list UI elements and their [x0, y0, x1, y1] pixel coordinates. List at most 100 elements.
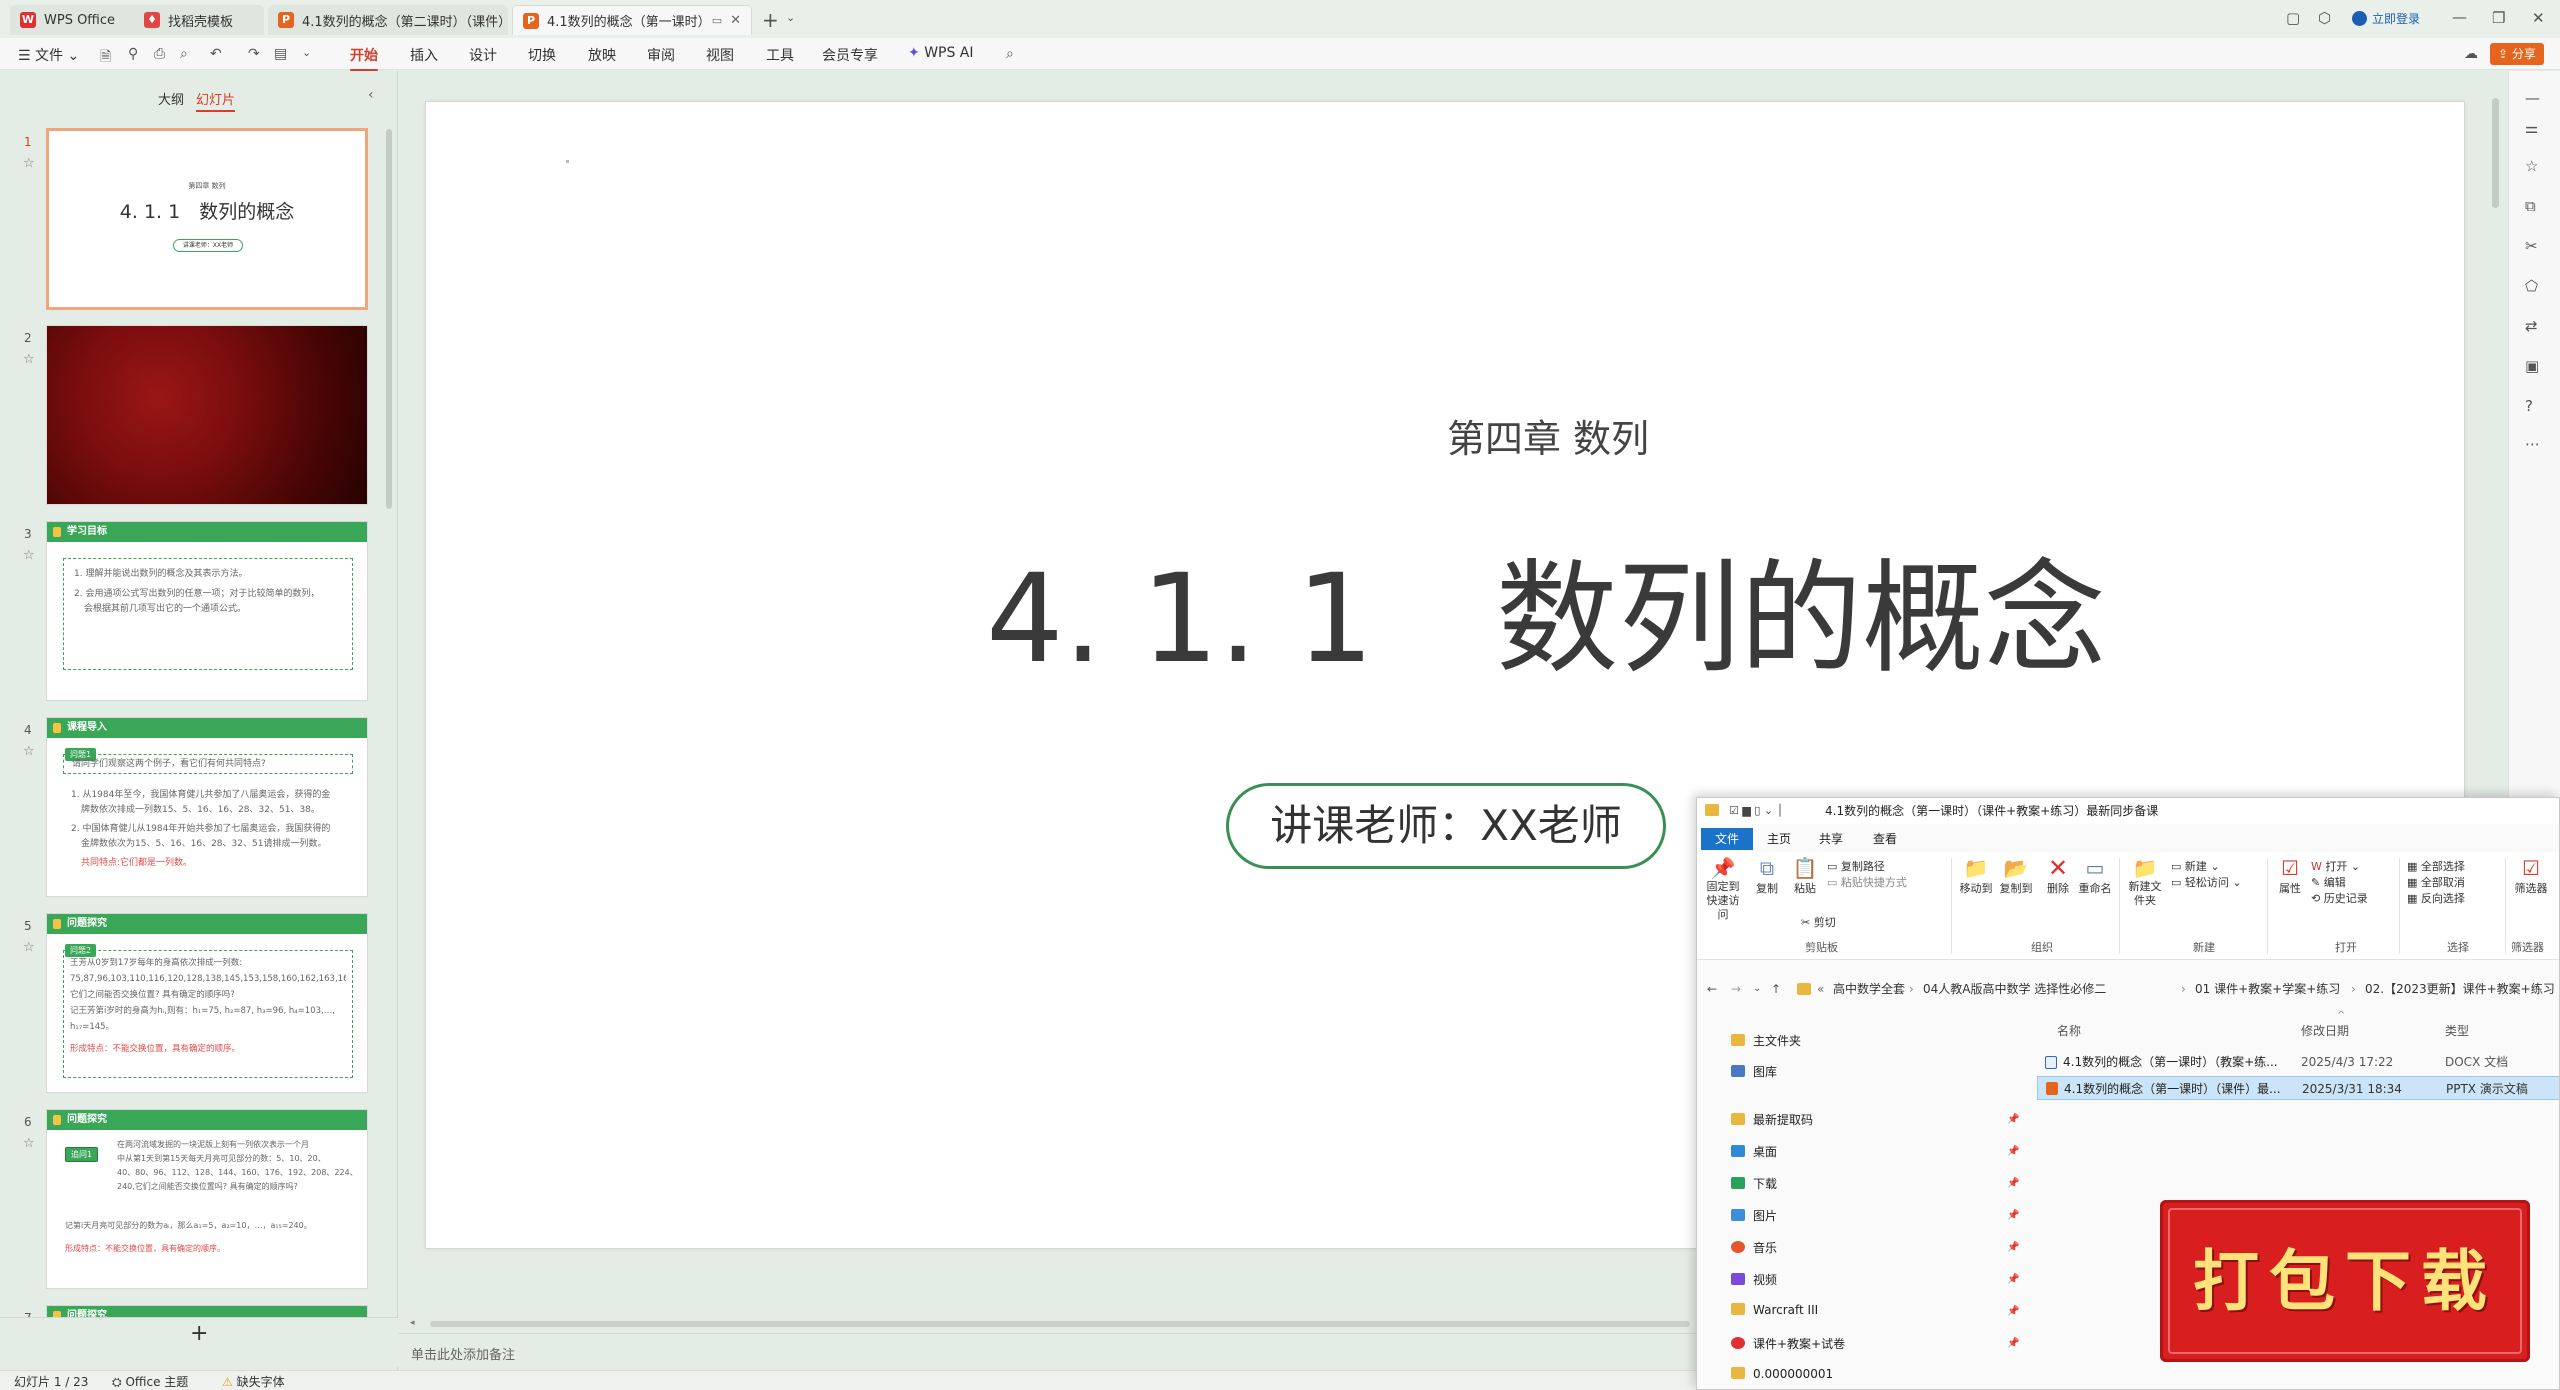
new-item-button[interactable]: ▭ 新建 ⌄: [2171, 858, 2242, 874]
share-button[interactable]: ⇪ 分享: [2490, 43, 2544, 65]
paste-button[interactable]: 📋 粘贴: [1789, 856, 1821, 896]
undo-icon[interactable]: ↶: [210, 46, 222, 62]
filter-button[interactable]: ☑ 筛选器: [2509, 856, 2553, 896]
tab-doc-lesson1[interactable]: P 4.1数列的概念（第一课时） ▭ ✕: [512, 5, 752, 35]
back-icon[interactable]: ←: [1707, 976, 1717, 1002]
address-bar[interactable]: ← → ⌄ ↑ « 高中数学全套 › 04人教A版高中数学 选择性必修二 › 0…: [1697, 976, 2559, 1002]
menu-wps-ai[interactable]: ✦ WPS AI: [908, 45, 974, 61]
teacher-badge[interactable]: 讲课老师：XX老师: [1226, 783, 1666, 869]
login-button[interactable]: 立即登录: [2352, 10, 2420, 27]
tools-icon[interactable]: ✂: [2525, 237, 2538, 255]
tab-doc-lesson2[interactable]: P 4.1数列的概念（第二课时）（课件）: [268, 5, 508, 35]
scroll-left-icon[interactable]: ◂: [410, 1318, 422, 1328]
ribbon-tab-view[interactable]: 查看: [1859, 828, 1911, 850]
star-icon[interactable]: ☆: [23, 940, 35, 955]
tab-slides[interactable]: 幻灯片: [196, 89, 236, 112]
select-all-button[interactable]: ▦ 全部选择: [2407, 858, 2465, 874]
nav-gallery[interactable]: 图库: [1731, 1063, 1777, 1080]
menu-transition[interactable]: 切换: [528, 45, 556, 65]
properties-button[interactable]: ☑ 属性: [2275, 856, 2305, 896]
pin-icon[interactable]: 📌: [2007, 1306, 2019, 1317]
preview-icon[interactable]: ⌕: [180, 46, 188, 62]
menu-slideshow[interactable]: 放映: [588, 45, 616, 65]
copy-button[interactable]: ⧉ 复制: [1751, 856, 1783, 896]
star-icon[interactable]: ☆: [23, 156, 35, 171]
file-row-selected[interactable]: 4.1数列的概念（第一课时）（课件）最... 2025/3/31 18:34 P…: [2037, 1076, 2559, 1100]
star-icon[interactable]: ☆: [23, 1136, 35, 1151]
select-none-button[interactable]: ▦ 全部取消: [2407, 874, 2465, 890]
search-icon[interactable]: ⌕: [1006, 46, 1014, 62]
nav-music[interactable]: 音乐: [1731, 1239, 1777, 1256]
history-button[interactable]: ⟲ 历史记录: [2311, 890, 2368, 906]
nav-warcraft[interactable]: Warcraft III: [1731, 1303, 1818, 1317]
pin-icon[interactable]: 📌: [2007, 1274, 2019, 1285]
minimize-sidebar-icon[interactable]: —: [2525, 89, 2540, 107]
file-menu[interactable]: ☰ 文件 ⌄: [18, 45, 79, 65]
window-icon[interactable]: ▢: [2286, 9, 2300, 27]
star-icon[interactable]: ☆: [23, 744, 35, 759]
theme-label[interactable]: ⛭ Office 主题: [112, 1373, 188, 1390]
minimize-icon[interactable]: —: [2452, 8, 2467, 26]
slide-thumb-4[interactable]: 课程导入 问题1 请同学们观察这两个例子，看它们有何共同特点? 1. 从1984…: [46, 717, 368, 897]
close-tab-icon[interactable]: ✕: [730, 13, 741, 28]
missing-font-label[interactable]: ⚠ 缺失字体: [222, 1373, 285, 1390]
copy-to-button[interactable]: 📂 复制到: [1997, 856, 2035, 896]
forward-icon[interactable]: →: [1731, 976, 1741, 1002]
menu-member[interactable]: 会员专享: [822, 45, 878, 65]
menu-tools[interactable]: 工具: [766, 45, 794, 65]
print-icon[interactable]: ⎙: [154, 46, 165, 62]
menu-insert[interactable]: 插入: [410, 45, 438, 65]
invert-select-button[interactable]: ▦ 反向选择: [2407, 890, 2465, 906]
pin-icon[interactable]: 📌: [2007, 1338, 2019, 1349]
star-outline-icon[interactable]: ☆: [2525, 157, 2538, 175]
edit-button[interactable]: ✎ 编辑: [2311, 874, 2368, 890]
star-icon[interactable]: ☆: [23, 548, 35, 563]
menu-start[interactable]: 开始: [350, 45, 378, 72]
nav-home[interactable]: 主文件夹: [1731, 1032, 1801, 1049]
menu-view[interactable]: 视图: [706, 45, 734, 65]
quick-access-toolbar[interactable]: ☑ ▆ ▯ ⌄ │: [1729, 798, 1783, 824]
nav-downloads[interactable]: 下载: [1731, 1175, 1777, 1192]
download-stamp[interactable]: 打包下载: [2160, 1200, 2530, 1362]
pin-icon[interactable]: 📌: [2007, 1178, 2019, 1189]
rename-button[interactable]: ▭ 重命名: [2077, 856, 2113, 896]
collapse-panel-icon[interactable]: ‹: [368, 87, 374, 103]
help-icon[interactable]: ?: [2525, 397, 2533, 415]
copy-path-button[interactable]: ▭ 复制路径: [1827, 858, 1907, 874]
tab-outline[interactable]: 大纲: [158, 89, 184, 108]
menu-review[interactable]: 审阅: [647, 45, 675, 65]
ribbon-tab-home[interactable]: 主页: [1753, 828, 1805, 850]
nav-desktop[interactable]: 桌面: [1731, 1143, 1777, 1160]
tab-wps-office[interactable]: W WPS Office: [10, 5, 140, 35]
save-icon[interactable]: 🗎: [100, 46, 111, 70]
transform-icon[interactable]: ⇄: [2525, 317, 2538, 335]
shape-icon[interactable]: ⬠: [2525, 277, 2538, 295]
move-to-button[interactable]: 📁 移动到: [1957, 856, 1995, 896]
star-icon[interactable]: ☆: [23, 352, 35, 367]
adjust-icon[interactable]: ⚌: [2525, 119, 2538, 137]
pin-icon[interactable]: 📌: [2007, 1114, 2019, 1125]
redo-icon[interactable]: ↷: [248, 46, 260, 62]
slide-subtitle[interactable]: 第四章 数列: [426, 408, 2466, 463]
more-quick-icon[interactable]: ⌄: [302, 46, 311, 59]
horizontal-scrollbar[interactable]: [430, 1321, 1690, 1327]
recent-icon[interactable]: ⌄: [1753, 976, 1761, 1002]
slide-title[interactable]: 4. 1. 1 数列的概念: [426, 520, 2466, 697]
panel-scrollbar[interactable]: [386, 129, 392, 509]
nav-videos[interactable]: 视频: [1731, 1271, 1777, 1288]
slide-thumb-2[interactable]: [46, 325, 368, 505]
slide-thumb-3[interactable]: 学习目标 1. 理解并能说出数列的概念及其表示方法。 2. 会用通项公式写出数列…: [46, 521, 368, 701]
more-icon[interactable]: ⋯: [2525, 435, 2540, 453]
new-folder-button[interactable]: 📁 新建文件夹: [2125, 856, 2165, 908]
pin-icon[interactable]: 📌: [2007, 1242, 2019, 1253]
open-button[interactable]: W 打开 ⌄: [2311, 858, 2368, 874]
nav-extract[interactable]: 最新提取码: [1731, 1111, 1813, 1128]
restore-icon[interactable]: ❐: [2492, 9, 2505, 27]
pin-quick-access-button[interactable]: 📌 固定到快速访问: [1703, 856, 1743, 922]
column-type[interactable]: 类型: [2445, 1022, 2469, 1039]
slide-thumb-1[interactable]: 第四章 数列 4. 1. 1 数列的概念 讲课老师：XX老师: [46, 128, 368, 310]
find-icon[interactable]: ⚲: [128, 46, 138, 62]
file-row[interactable]: 4.1数列的概念（第一课时）（教案+练... 2025/4/3 17:22 DO…: [2037, 1050, 2559, 1074]
slide-thumb-5[interactable]: 问题探究 问题2 王芳从0岁到17岁每年的身高依次排成一列数: 75,87,96…: [46, 913, 368, 1093]
cube-icon[interactable]: ⬡: [2318, 9, 2331, 27]
